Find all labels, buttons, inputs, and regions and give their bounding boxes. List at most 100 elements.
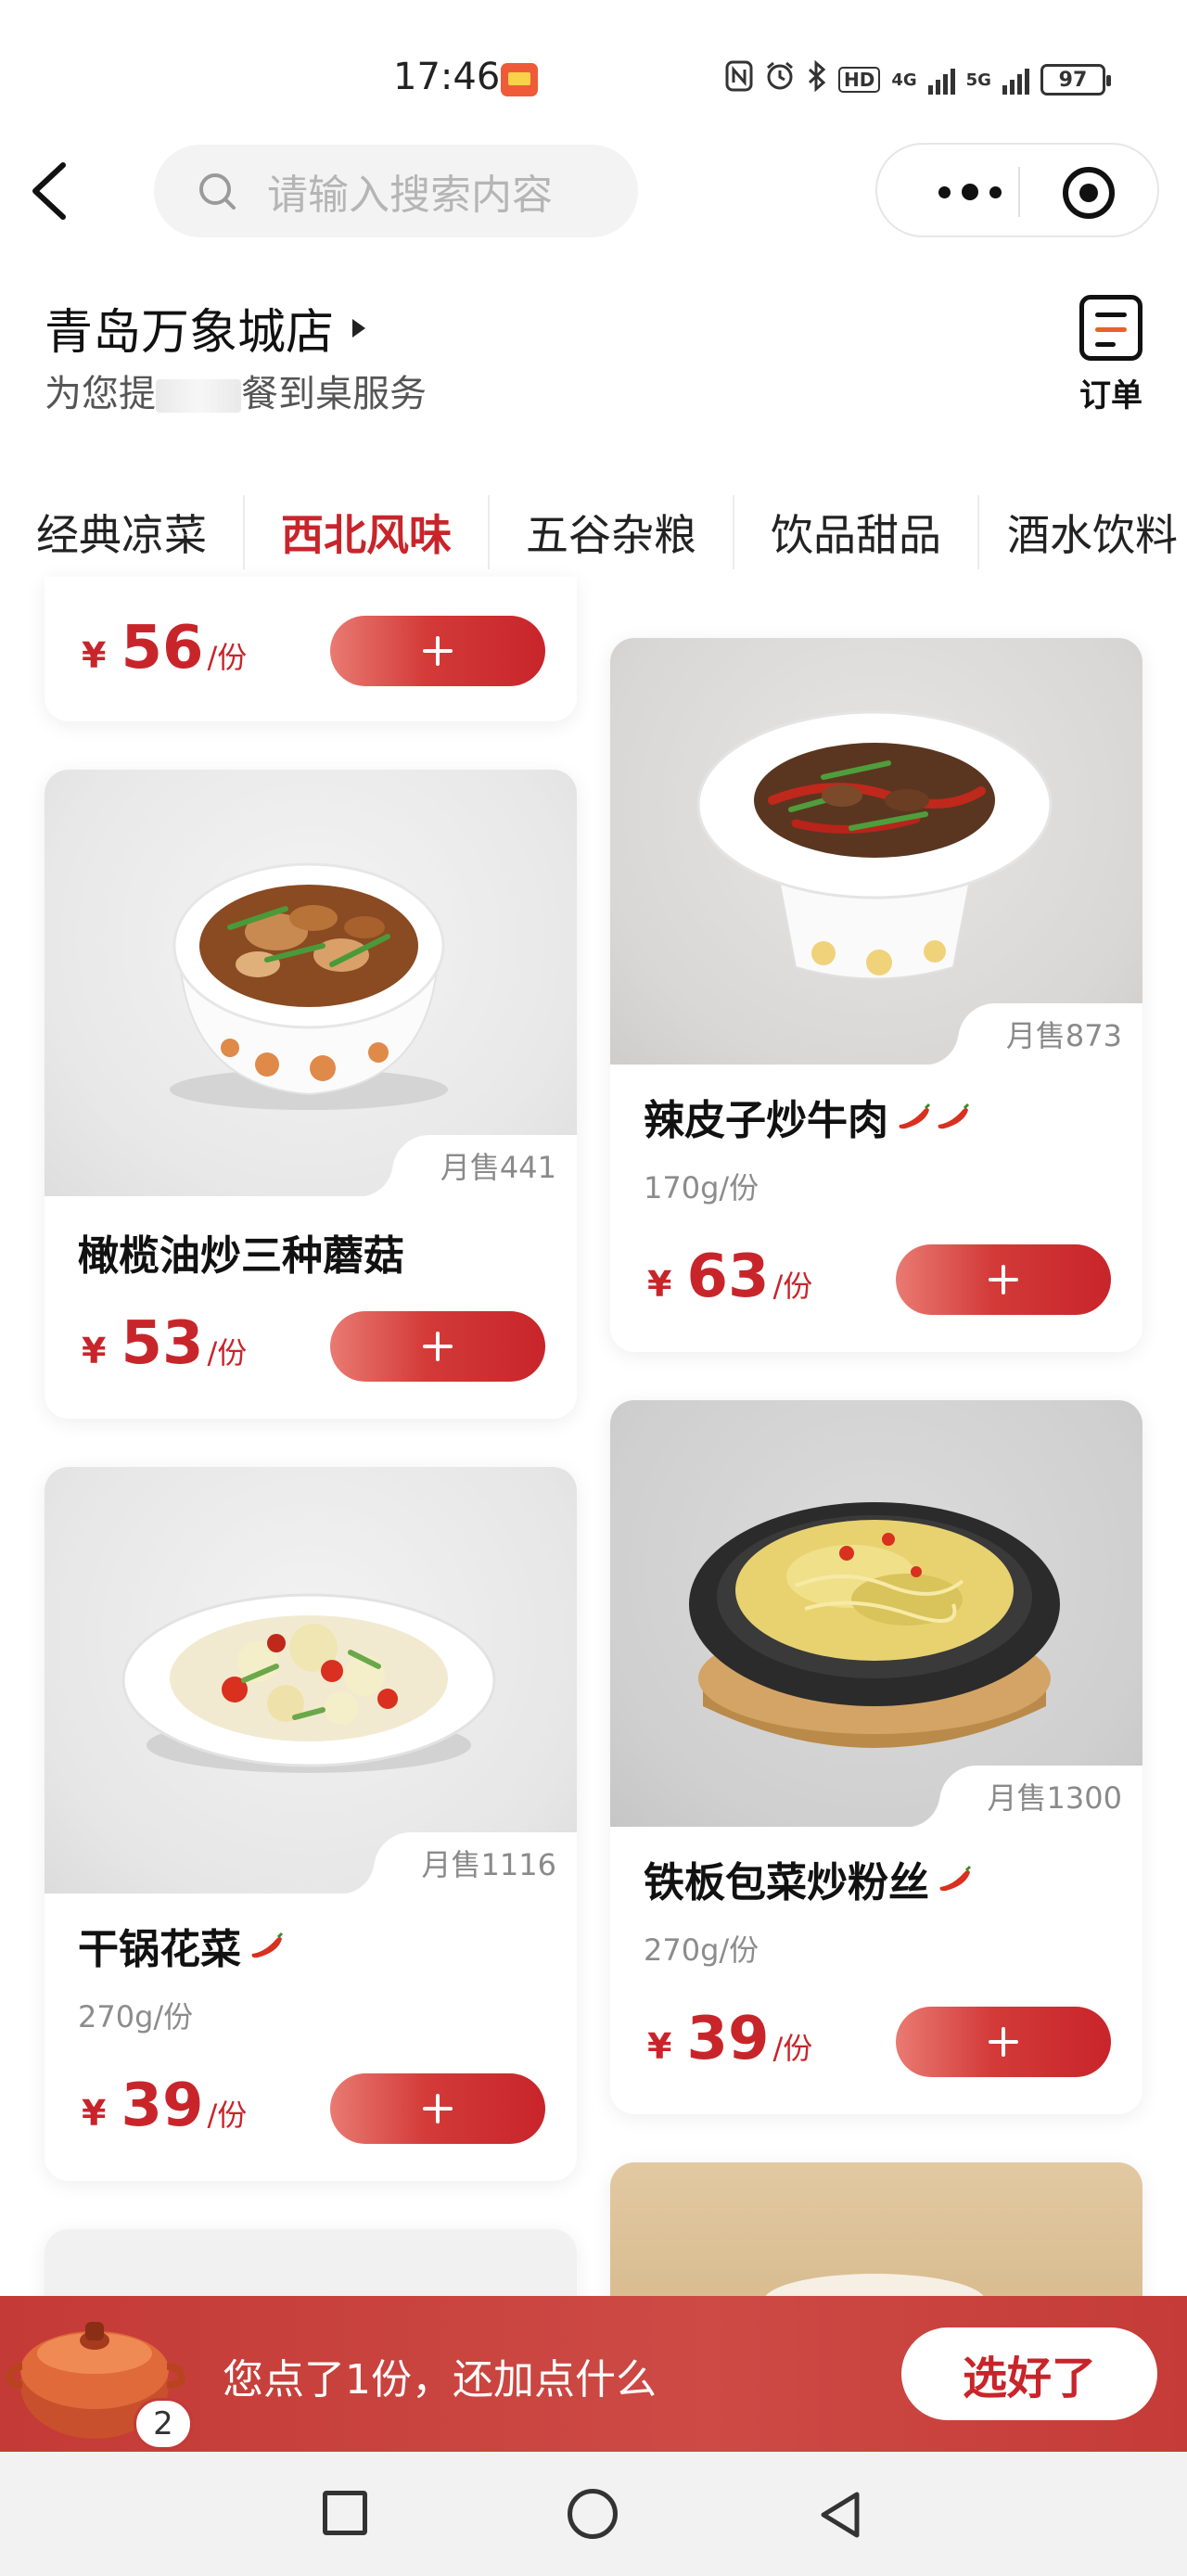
order-label: 订单 xyxy=(1079,377,1142,414)
price: ¥ 56 /份 xyxy=(82,614,247,682)
status-icons: HD 4G 5G 97 xyxy=(725,59,1111,100)
currency-symbol: ¥ xyxy=(82,1331,107,1371)
tab-alcohol-beverages[interactable]: 酒水饮料 xyxy=(979,502,1187,563)
search-icon xyxy=(199,173,236,210)
plus-icon xyxy=(423,2094,453,2123)
network2-label: 5G xyxy=(965,70,991,90)
order-list-icon xyxy=(1079,295,1142,361)
home-icon[interactable] xyxy=(568,2489,618,2539)
back-triangle-icon[interactable] xyxy=(816,2489,862,2541)
dish-name-text: 橄榄油炒三种蘑菇 xyxy=(78,1232,404,1280)
search-placeholder: 请输入搜索内容 xyxy=(267,172,553,219)
store-selector[interactable]: 青岛万象城店 xyxy=(45,293,366,363)
tab-grains[interactable]: 五谷杂粮 xyxy=(490,502,733,563)
monthly-sales: 月售441 xyxy=(358,1135,577,1196)
dish-name: 铁板包菜炒粉丝 xyxy=(644,1849,974,1908)
chili-icon xyxy=(899,1103,931,1129)
dish-image xyxy=(121,1593,496,1773)
tab-classic-cold-dishes[interactable]: 经典凉菜 xyxy=(0,502,243,563)
alarm-icon xyxy=(764,60,796,99)
monthly-sales: 月售1300 xyxy=(905,1766,1142,1827)
add-to-cart-button[interactable] xyxy=(330,1311,545,1382)
dish-card[interactable]: 月售873 辣皮子炒牛肉 170g/份 ¥ 63 /份 xyxy=(610,638,1142,1352)
dish-image xyxy=(696,710,1053,980)
dish-image xyxy=(170,862,448,1110)
recent-apps-icon[interactable] xyxy=(323,2491,367,2535)
dish-name: 干锅花菜 xyxy=(78,1916,286,1975)
system-navigation-bar xyxy=(0,2452,1187,2576)
dish-name: 橄榄油炒三种蘑菇 xyxy=(78,1222,404,1282)
status-bar: 17:46 HD 4G 5G 97 xyxy=(0,0,1187,139)
battery-icon: 97 xyxy=(1040,64,1111,96)
chili-icon xyxy=(251,1932,284,1958)
bluetooth-icon xyxy=(807,59,827,99)
price: ¥ 53 /份 xyxy=(82,1309,247,1378)
tab-northwest-flavor[interactable]: 西北风味 xyxy=(245,502,488,563)
currency-symbol: ¥ xyxy=(82,635,107,676)
cart-message: 您点了1份，还加点什么 xyxy=(223,2356,657,2404)
redacted-mask xyxy=(156,379,241,413)
dish-name-text: 铁板包菜炒粉丝 xyxy=(644,1859,929,1906)
signal-icon xyxy=(927,65,955,95)
dish-photo: 月售1116 xyxy=(45,1467,577,1894)
dish-name: 辣皮子炒牛肉 xyxy=(644,1087,972,1146)
hd-badge: HD xyxy=(838,67,881,93)
price: ¥ 63 /份 xyxy=(647,1243,812,1311)
store-subtitle-left: 为您提 xyxy=(45,373,156,415)
price-unit: /份 xyxy=(207,1335,248,1371)
cart-count-badge: 2 xyxy=(134,2398,193,2450)
dish-image xyxy=(689,1502,1060,1748)
price-unit: /份 xyxy=(772,1269,813,1304)
caret-right-icon xyxy=(352,318,366,338)
plus-icon xyxy=(989,1265,1018,1294)
add-to-cart-button[interactable] xyxy=(896,2007,1111,2077)
price-value: 56 xyxy=(121,614,204,682)
store-name: 青岛万象城店 xyxy=(45,305,335,361)
dish-card-partial: ¥ 56 /份 xyxy=(45,577,577,721)
monthly-sales: 月售873 xyxy=(924,1003,1142,1065)
price-value: 63 xyxy=(686,1243,770,1311)
add-to-cart-button[interactable] xyxy=(330,2073,545,2144)
currency-symbol: ¥ xyxy=(647,2026,672,2067)
dish-card[interactable]: 月售441 橄榄油炒三种蘑菇 ¥ 53 /份 xyxy=(45,770,577,1419)
category-tabs: 经典凉菜 西北风味 五谷杂粮 饮品甜品 酒水饮料 xyxy=(0,491,1187,573)
dish-photo: 月售873 xyxy=(610,638,1142,1065)
add-to-cart-button[interactable] xyxy=(896,1244,1111,1315)
store-subtitle-right: 餐到桌服务 xyxy=(241,373,427,415)
chili-icon xyxy=(938,1103,970,1129)
battery-level: 97 xyxy=(1058,68,1088,92)
dish-spec: 270g/份 xyxy=(644,1932,759,1968)
price: ¥ 39 /份 xyxy=(82,2072,247,2140)
order-button[interactable]: 订单 xyxy=(1072,295,1150,415)
back-button[interactable] xyxy=(24,158,80,224)
search-input[interactable]: 请输入搜索内容 xyxy=(154,145,638,237)
dish-name-text: 辣皮子炒牛肉 xyxy=(644,1097,888,1144)
add-to-cart-button[interactable] xyxy=(330,616,545,686)
dish-photo: 月售1300 xyxy=(610,1400,1142,1827)
notification-icon xyxy=(501,63,538,96)
tab-drinks-desserts[interactable]: 饮品甜品 xyxy=(734,502,977,563)
currency-symbol: ¥ xyxy=(82,2093,107,2134)
dish-card[interactable]: 月售1116 干锅花菜 270g/份 ¥ 39 /份 xyxy=(45,1467,577,2181)
price-unit: /份 xyxy=(772,2031,813,2066)
dish-photo: 月售441 xyxy=(45,770,577,1196)
price-unit: /份 xyxy=(207,2098,248,2133)
nfc-icon xyxy=(725,60,753,99)
dish-name-text: 干锅花菜 xyxy=(78,1926,241,1973)
price-value: 39 xyxy=(686,2005,770,2073)
monthly-sales: 月售1116 xyxy=(339,1832,577,1894)
close-target-icon[interactable] xyxy=(1063,167,1115,219)
dish-spec: 270g/份 xyxy=(78,1999,194,2034)
mini-program-capsule xyxy=(875,143,1159,237)
checkout-button[interactable]: 选好了 xyxy=(901,2327,1157,2420)
capsule-divider xyxy=(1018,167,1020,217)
network-label: 4G xyxy=(891,70,917,90)
dish-card[interactable]: 月售1300 铁板包菜炒粉丝 270g/份 ¥ 39 /份 xyxy=(610,1400,1142,2114)
price: ¥ 39 /份 xyxy=(647,2005,812,2073)
store-subtitle: 为您提 餐到桌服务 xyxy=(45,363,427,417)
chevron-left-icon xyxy=(32,162,66,220)
currency-symbol: ¥ xyxy=(647,1264,672,1305)
more-icon[interactable] xyxy=(918,176,1022,208)
plus-icon xyxy=(423,1332,453,1361)
price-value: 53 xyxy=(121,1309,204,1378)
